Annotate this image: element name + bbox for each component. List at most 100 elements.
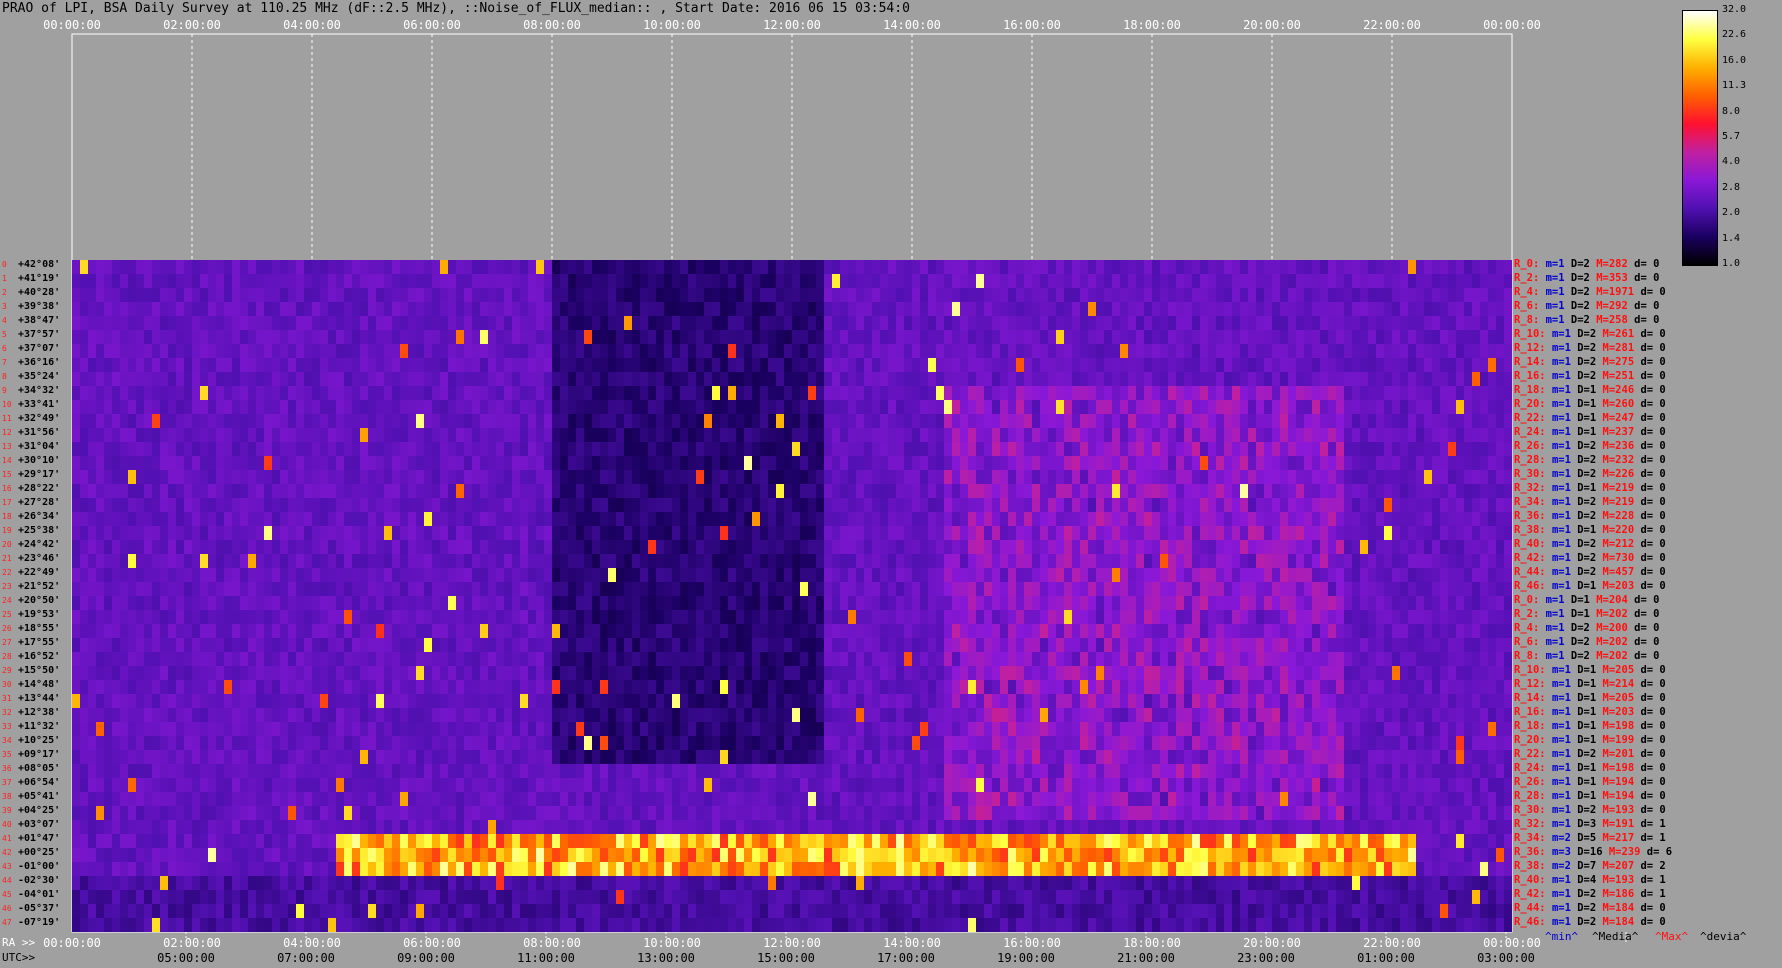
- heat-cell: [648, 638, 656, 653]
- heat-cell: [1288, 260, 1296, 275]
- heat-cell: [1232, 596, 1240, 611]
- heat-cell: [1224, 288, 1232, 303]
- heat-cell: [872, 400, 880, 415]
- heat-cell: [928, 274, 936, 289]
- heat-cell: [1176, 358, 1184, 373]
- heat-cell: [1192, 372, 1200, 387]
- heat-cell: [104, 316, 112, 331]
- heat-cell: [1128, 540, 1136, 555]
- heat-cell: [968, 302, 976, 317]
- heat-cell: [648, 470, 656, 485]
- heat-cell: [1320, 484, 1328, 499]
- heat-cell: [1000, 330, 1008, 345]
- heat-cell: [1200, 554, 1208, 569]
- heat-cell: [184, 512, 192, 527]
- heat-cell: [560, 442, 568, 457]
- heat-cell: [1392, 470, 1400, 485]
- heat-cell: [1424, 442, 1432, 457]
- heat-cell: [248, 358, 256, 373]
- heat-cell: [1136, 428, 1144, 443]
- heat-cell: [1304, 358, 1312, 373]
- heat-cell: [680, 442, 688, 457]
- heat-cell: [88, 274, 96, 289]
- heat-cell: [976, 316, 984, 331]
- heat-cell: [288, 344, 296, 359]
- heat-cell: [712, 456, 720, 471]
- heat-cell: [376, 638, 384, 653]
- heat-cell: [80, 498, 88, 513]
- heat-cell: [72, 484, 80, 499]
- heat-cell: [1296, 512, 1304, 527]
- heat-cell: [1152, 414, 1160, 429]
- heat-cell: [408, 302, 416, 317]
- heat-cell: [1416, 330, 1424, 345]
- heat-cell: [976, 274, 984, 289]
- heat-cell: [352, 400, 360, 415]
- heat-cell: [544, 330, 552, 345]
- heat-cell: [1088, 498, 1096, 513]
- heat-cell: [864, 302, 872, 317]
- heat-cell: [376, 302, 384, 317]
- heat-cell: [424, 442, 432, 457]
- heat-cell: [1328, 610, 1336, 625]
- heat-cell: [448, 274, 456, 289]
- heat-cell: [1232, 428, 1240, 443]
- heat-cell: [376, 358, 384, 373]
- heat-cell: [480, 582, 488, 597]
- heat-cell: [1192, 470, 1200, 485]
- heat-cell: [616, 596, 624, 611]
- heat-cell: [880, 358, 888, 373]
- heat-cell: [1344, 470, 1352, 485]
- heat-cell: [640, 484, 648, 499]
- heat-cell: [592, 582, 600, 597]
- heat-cell: [792, 568, 800, 583]
- heat-cell: [1416, 274, 1424, 289]
- heat-cell: [480, 358, 488, 373]
- heat-cell: [416, 274, 424, 289]
- heat-cell: [1264, 568, 1272, 583]
- heat-cell: [504, 372, 512, 387]
- heat-cell: [296, 582, 304, 597]
- heat-cell: [1440, 316, 1448, 331]
- heat-cell: [360, 596, 368, 611]
- heat-cell: [1296, 498, 1304, 513]
- heat-cell: [776, 470, 784, 485]
- heat-cell: [960, 582, 968, 597]
- heat-cell: [456, 288, 464, 303]
- heat-cell: [1104, 456, 1112, 471]
- heat-cell: [984, 512, 992, 527]
- heat-cell: [936, 596, 944, 611]
- heat-cell: [728, 484, 736, 499]
- heat-cell: [992, 568, 1000, 583]
- heat-cell: [640, 582, 648, 597]
- heat-cell: [184, 568, 192, 583]
- heat-cell: [1440, 568, 1448, 583]
- heat-cell: [104, 288, 112, 303]
- heat-cell: [1104, 470, 1112, 485]
- heat-cell: [136, 624, 144, 639]
- heat-cell: [232, 288, 240, 303]
- heat-cell: [384, 316, 392, 331]
- heat-cell: [744, 596, 752, 611]
- heat-cell: [1328, 624, 1336, 639]
- heat-cell: [1504, 260, 1512, 275]
- heat-cell: [512, 372, 520, 387]
- heat-cell: [880, 344, 888, 359]
- heat-cell: [1344, 386, 1352, 401]
- heat-cell: [528, 414, 536, 429]
- heat-cell: [1192, 624, 1200, 639]
- heat-cell: [912, 596, 920, 611]
- heat-cell: [480, 442, 488, 457]
- heat-cell: [872, 372, 880, 387]
- heat-cell: [1352, 400, 1360, 415]
- heat-cell: [1056, 624, 1064, 639]
- heat-cell: [160, 330, 168, 345]
- heat-cell: [856, 288, 864, 303]
- heat-cell: [1248, 624, 1256, 639]
- heat-cell: [384, 624, 392, 639]
- heat-cell: [808, 638, 816, 653]
- heat-cell: [800, 414, 808, 429]
- heat-cell: [416, 260, 424, 275]
- heat-cell: [992, 358, 1000, 373]
- heat-cell: [240, 540, 248, 555]
